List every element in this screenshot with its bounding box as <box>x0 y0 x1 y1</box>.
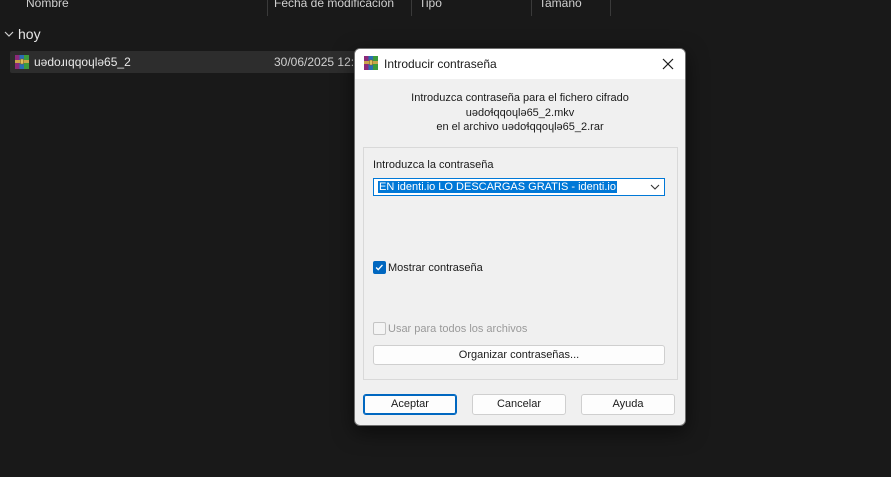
column-size[interactable]: Tamaño <box>539 0 582 10</box>
checkbox-box[interactable] <box>373 322 386 335</box>
file-row[interactable]: uǝdoɹıqqoɥlǝ65_2 30/06/2025 12:1 <box>10 51 361 73</box>
password-dialog: Introducir contraseña Introduzca contras… <box>354 48 686 426</box>
checkbox-box[interactable] <box>373 261 386 274</box>
dialog-info: Introduzca contraseña para el fichero ci… <box>355 91 685 135</box>
password-group: Introduzca la contraseña EN identi.io LO… <box>363 147 678 380</box>
column-name[interactable]: Nombre <box>26 0 69 10</box>
ok-button[interactable]: Aceptar <box>363 394 457 415</box>
column-divider[interactable] <box>267 0 268 16</box>
show-password-label: Mostrar contraseña <box>388 261 483 274</box>
chevron-down-icon <box>4 31 14 37</box>
winrar-archive-icon <box>364 56 378 70</box>
dialog-title: Introducir contraseña <box>384 57 497 71</box>
info-archive: en el archivo uǝdoɬqqoɥlǝ65_2.rar <box>436 121 604 133</box>
winrar-archive-icon <box>15 55 29 69</box>
organize-passwords-button[interactable]: Organizar contraseñas... <box>373 345 665 365</box>
file-name: uǝdoɹıqqoɥlǝ65_2 <box>34 55 131 69</box>
checkmark-icon <box>375 264 383 271</box>
dropdown-arrow-icon[interactable] <box>650 183 660 191</box>
help-button[interactable]: Ayuda <box>581 394 675 415</box>
column-header: Nombre Fecha de modificación Tipo Tamaño <box>0 0 891 16</box>
info-filename: uǝdoɬqqoɥlǝ65_2.mkv <box>465 106 575 119</box>
password-combobox[interactable]: EN identi.io LO DESCARGAS GRATIS - ident… <box>373 178 665 196</box>
dialog-titlebar[interactable]: Introducir contraseña <box>355 49 685 79</box>
close-icon[interactable] <box>657 53 679 75</box>
show-password-checkbox[interactable]: Mostrar contraseña <box>373 261 483 274</box>
password-value[interactable]: EN identi.io LO DESCARGAS GRATIS - ident… <box>378 181 617 193</box>
file-date: 30/06/2025 12:1 <box>274 55 361 69</box>
column-divider[interactable] <box>531 0 532 16</box>
group-header-today[interactable]: hoy <box>4 26 41 42</box>
column-type[interactable]: Tipo <box>419 0 442 10</box>
column-divider[interactable] <box>610 0 611 16</box>
use-for-all-checkbox[interactable]: Usar para todos los archivos <box>373 322 527 335</box>
column-divider[interactable] <box>411 0 412 16</box>
column-date-modified[interactable]: Fecha de modificación <box>274 0 394 10</box>
info-line: Introduzca contraseña para el fichero ci… <box>411 92 629 104</box>
use-for-all-label: Usar para todos los archivos <box>388 322 528 335</box>
password-label: Introduzca la contraseña <box>373 159 494 171</box>
cancel-button[interactable]: Cancelar <box>472 394 566 415</box>
group-label: hoy <box>18 26 41 42</box>
